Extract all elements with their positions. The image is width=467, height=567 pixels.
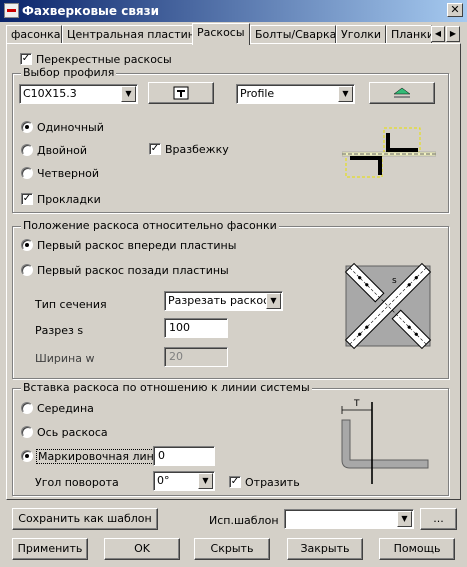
tab-braces[interactable]: Раскосы [192,23,250,45]
brace-axis-radio[interactable] [21,426,33,438]
brace-behind-radio[interactable] [21,264,33,276]
profile-type-value: Profile [240,87,275,100]
chevron-down-icon[interactable]: ▼ [338,86,353,102]
browse-template-button[interactable]: ... [420,508,457,530]
mirror-checkbox[interactable]: ✓ [229,476,241,488]
apply-button[interactable]: Применить [12,538,88,560]
close-button[interactable]: Закрыть [287,538,363,560]
tab-angles[interactable]: Уголки [336,25,386,44]
profile-select-value: C10X15.3 [23,87,77,100]
cross-braces-checkbox[interactable]: ✓ [20,53,32,65]
cut-s-diagram-label: s [392,276,397,286]
section-type-label: Тип сечения [35,298,107,311]
double-label: Двойной [37,144,88,157]
chevron-down-icon[interactable]: ▼ [397,511,412,527]
section-type-value: Разрезать раскосы [168,294,278,307]
hide-button[interactable]: Скрыть [194,538,270,560]
pick-profile-icon [393,87,411,98]
cut-s-label: Разрез s [35,324,84,337]
ok-button[interactable]: OK [104,538,180,560]
profile-catalog-button[interactable] [148,82,214,104]
cross-braces-label: Перекрестные раскосы [36,53,172,66]
mirror-label: Отразить [245,476,300,489]
use-template-label: Исп.шаблон [209,514,279,527]
double-radio[interactable] [21,144,33,156]
brace-front-label: Первый раскос впереди пластины [37,239,237,252]
staggered-checkbox[interactable]: ✓ [149,143,161,155]
quadruple-label: Четверной [37,167,100,180]
cut-s-input[interactable]: 100 [164,318,228,338]
staggered-label: Вразбежку [165,143,229,156]
section-type-select[interactable]: Разрезать раскосы ▼ [164,291,283,311]
marking-line-label: Маркировочная линия [36,449,170,464]
middle-label: Середина [37,402,94,415]
chevron-down-icon[interactable]: ▼ [266,293,281,309]
chevron-down-icon[interactable]: ▼ [198,473,213,489]
marking-line-input[interactable]: 0 [153,446,215,466]
width-w-input: 20 [164,347,228,367]
tab-scroll-right-icon[interactable]: ▶ [446,26,460,42]
brace-axis-label: Ось раскоса [37,426,108,439]
gaskets-checkbox[interactable]: ✓ [21,193,33,205]
tab-bolts-weld[interactable]: Болты/Сварка [250,25,336,44]
close-window-button[interactable]: ✕ [447,3,463,17]
help-button[interactable]: Помощь [379,538,455,560]
single-label: Одиночный [37,121,104,134]
gaskets-label: Прокладки [37,193,101,206]
use-template-select[interactable]: ▼ [284,509,414,529]
tab-central-plate[interactable]: Центральная пластина [62,25,194,44]
width-w-label: Ширина w [35,352,95,365]
rotation-angle-value: 0° [157,474,170,487]
angle-marking-diagram: T [341,399,429,484]
title-bar: Фахверковые связи ✕ [0,0,467,22]
profile-select[interactable]: C10X15.3 ▼ [19,84,138,104]
app-icon [4,3,19,18]
profile-group-title: Выбор профиля [21,66,117,79]
rotation-angle-label: Угол поворота [35,476,119,489]
marking-line-radio[interactable] [21,450,33,462]
position-group-title: Положение раскоса относительно фасонки [21,219,279,232]
thickness-t-label: T [353,399,360,409]
brace-behind-label: Первый раскос позади пластины [37,264,229,277]
single-radio[interactable] [21,121,33,133]
middle-radio[interactable] [21,402,33,414]
catalog-icon [173,86,189,100]
quadruple-radio[interactable] [21,167,33,179]
tab-gusset[interactable]: фасонка [6,25,62,44]
save-as-template-button[interactable]: Сохранить как шаблон [12,508,158,530]
tab-scroll-left-icon[interactable]: ◀ [431,26,445,42]
insertion-group-title: Вставка раскоса по отношению к линии сис… [21,381,312,394]
tab-strip: фасонка Центральная пластина Раскосы Бол… [6,23,461,45]
profile-section-diagram [342,127,436,178]
chevron-down-icon[interactable]: ▼ [121,86,136,102]
gusset-cut-diagram: s [344,262,432,350]
profile-type-select[interactable]: Profile ▼ [236,84,355,104]
rotation-angle-select[interactable]: 0° ▼ [153,471,215,491]
profile-pick-button[interactable] [369,82,435,104]
brace-front-radio[interactable] [21,239,33,251]
window-title: Фахверковые связи [22,4,160,18]
tab-plates[interactable]: Планки [386,25,432,44]
